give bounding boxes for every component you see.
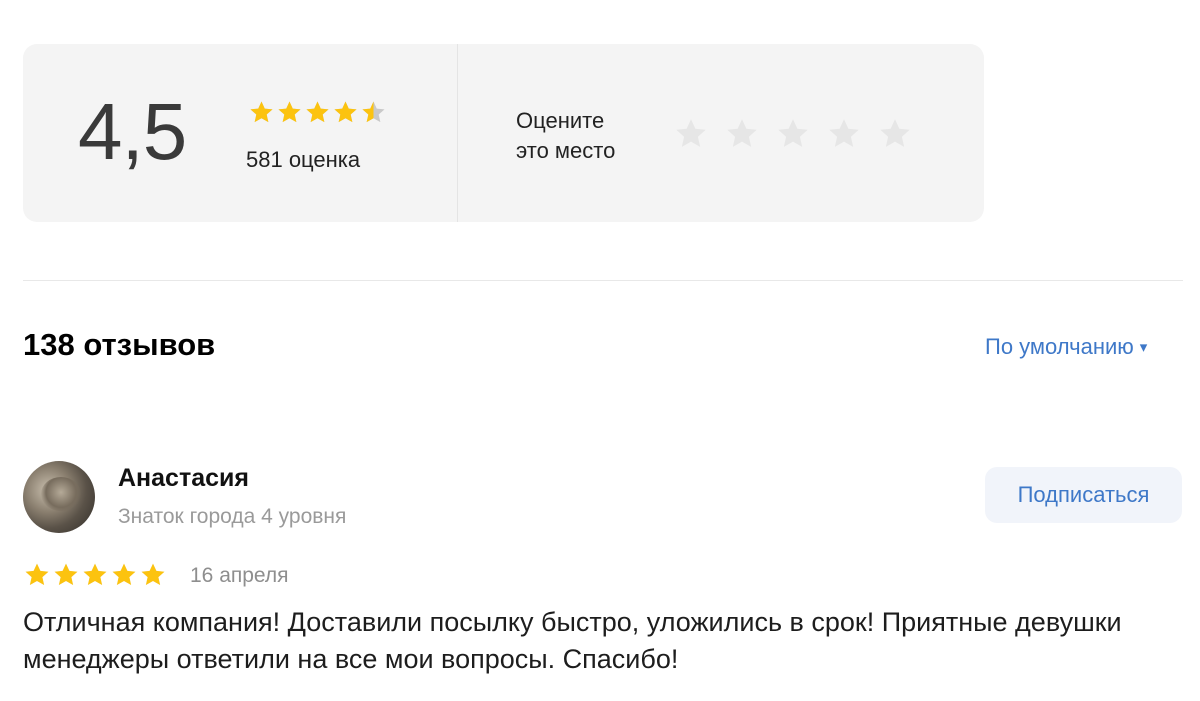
star-icon bbox=[54, 563, 78, 586]
average-score: 4,5 bbox=[78, 87, 187, 176]
sort-dropdown[interactable]: По умолчанию ▾ bbox=[985, 334, 1147, 360]
star-icon bbox=[25, 563, 49, 586]
rating-summary-card: 4,5 581 оценка Оцените это место bbox=[23, 44, 984, 222]
half-star-icon bbox=[362, 101, 385, 123]
star-icon[interactable] bbox=[724, 116, 760, 152]
chevron-down-icon: ▾ bbox=[1139, 339, 1148, 356]
card-divider bbox=[457, 44, 458, 222]
star-icon[interactable] bbox=[673, 116, 709, 152]
star-icon bbox=[141, 563, 165, 586]
rate-prompt: Оцените это место bbox=[516, 106, 666, 166]
star-icon[interactable] bbox=[775, 116, 811, 152]
rating-count: 581 оценка bbox=[246, 147, 361, 172]
rate-prompt-line-2: это место bbox=[516, 138, 616, 163]
star-icon bbox=[112, 563, 136, 586]
review-rating-stars bbox=[23, 561, 167, 589]
section-divider bbox=[23, 280, 1183, 281]
star-icon bbox=[250, 101, 273, 123]
rate-prompt-line-1: Оцените bbox=[516, 108, 605, 133]
subscribe-button[interactable]: Подписаться bbox=[985, 467, 1182, 523]
avatar[interactable] bbox=[23, 461, 95, 533]
review-author-level: Знаток города 4 уровня bbox=[118, 505, 347, 528]
star-icon[interactable] bbox=[826, 116, 862, 152]
reviews-count: 138 отзывов bbox=[23, 327, 216, 362]
review-date: 16 апреля bbox=[190, 564, 289, 587]
rate-place-stars[interactable] bbox=[673, 116, 913, 152]
review-author-name[interactable]: Анастасия bbox=[118, 464, 249, 493]
star-icon bbox=[334, 101, 357, 123]
star-icon[interactable] bbox=[877, 116, 913, 152]
star-icon bbox=[83, 563, 107, 586]
sort-dropdown-label: По умолчанию bbox=[985, 334, 1134, 359]
star-icon bbox=[306, 101, 329, 123]
star-icon bbox=[278, 101, 301, 123]
average-rating-stars bbox=[248, 99, 387, 126]
review-text: Отличная компания! Доставили посылку быс… bbox=[23, 607, 1122, 674]
